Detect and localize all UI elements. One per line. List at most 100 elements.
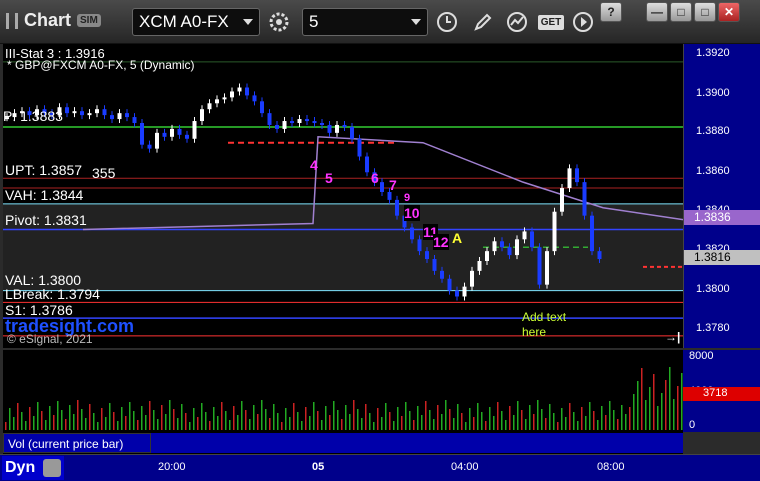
candle-body <box>380 182 384 192</box>
volume-bar <box>365 404 367 430</box>
volume-bar <box>477 403 479 430</box>
volume-bar <box>413 420 415 430</box>
level-label-upt: UPT: 1.3857 <box>5 162 83 178</box>
candle-body <box>170 128 174 137</box>
volume-bar <box>557 422 559 430</box>
volume-bar <box>593 411 595 430</box>
volume-bar <box>305 407 307 430</box>
volume-bar <box>613 410 615 430</box>
time-axis[interactable]: Dyn 20:00 05 04:00 08:00 <box>0 454 760 481</box>
volume-bar <box>217 416 219 430</box>
count-10: 10 <box>404 205 420 221</box>
volume-bar <box>117 421 119 430</box>
volume-bar <box>377 408 379 430</box>
volume-bar <box>257 414 259 430</box>
window-title: Chart SIM <box>6 10 101 31</box>
restore-button[interactable]: □ <box>670 2 692 22</box>
volume-bar <box>113 412 115 430</box>
candle-body <box>455 290 459 297</box>
volume-bar <box>345 405 347 430</box>
volume-bar <box>89 404 91 430</box>
volume-bar <box>61 410 63 430</box>
price-tick: 1.3800 <box>696 283 730 295</box>
play-icon[interactable] <box>570 10 596 34</box>
volume-bar <box>445 400 447 430</box>
volume-bar <box>561 408 563 430</box>
dynamic-scale-tab[interactable]: Dyn <box>2 456 64 480</box>
price-chart-canvas <box>3 61 683 337</box>
volume-bar <box>393 421 395 430</box>
candle-body <box>222 97 227 100</box>
volume-bar <box>573 412 575 430</box>
level-label-p: P: 1.3883 <box>3 108 63 124</box>
volume-bar <box>669 367 671 430</box>
volume-bar <box>533 414 535 430</box>
volume-label-fill <box>151 433 683 453</box>
volume-bar <box>329 415 331 430</box>
volume-bar <box>29 407 31 430</box>
scroll-to-end-icon[interactable]: →| <box>665 330 680 344</box>
volume-bar <box>653 374 655 430</box>
window-title-text: Chart <box>24 10 72 30</box>
candle-body <box>567 168 572 189</box>
price-axis[interactable]: 1.3920 1.3900 1.3880 1.3860 1.3840 1.382… <box>683 44 760 348</box>
price-tag-last: 1.3816 <box>684 250 760 265</box>
volume-bar <box>485 421 487 430</box>
volume-canvas <box>5 367 683 430</box>
get-label: GET <box>537 14 565 30</box>
volume-bar <box>261 400 263 430</box>
clock-icon[interactable] <box>434 10 460 34</box>
candle-body <box>132 117 137 123</box>
candle-body <box>575 168 579 183</box>
volume-bar <box>149 401 151 430</box>
maximize-button[interactable]: □ <box>694 2 716 22</box>
time-tick: 20:00 <box>158 461 186 473</box>
volume-bar <box>81 409 83 430</box>
candle-body <box>140 123 144 145</box>
symbol-combo[interactable]: XCM A0-FX <box>132 8 260 36</box>
candle-body <box>357 138 362 157</box>
help-glyph: ? <box>607 5 615 19</box>
value-area <box>3 203 683 291</box>
candle-body <box>65 107 69 114</box>
pencil-draw-icon[interactable] <box>470 10 496 34</box>
volume-bar <box>57 401 59 430</box>
study-chart-icon[interactable] <box>504 10 530 34</box>
volume-bar <box>93 413 95 430</box>
close-button[interactable]: ✕ <box>718 2 740 22</box>
candle-body <box>597 251 602 260</box>
candle-body <box>447 278 452 291</box>
candle-body <box>230 91 234 98</box>
volume-bar <box>349 414 351 430</box>
volume-bar <box>253 405 255 430</box>
link-icon[interactable] <box>43 459 61 477</box>
count-9: 9 <box>404 192 411 204</box>
candle-body <box>297 119 302 123</box>
help-button[interactable]: ? <box>600 2 622 22</box>
volume-bar <box>277 413 279 430</box>
volume-bar <box>137 420 139 430</box>
interval-combo[interactable]: 5 <box>302 8 428 36</box>
volume-bar <box>501 411 503 430</box>
volume-study-label[interactable]: Vol (current price bar) <box>3 433 151 453</box>
volume-bar <box>469 408 471 430</box>
volume-bar <box>37 402 39 430</box>
volume-bar <box>581 407 583 430</box>
symbol-value: XCM A0-FX <box>139 12 229 31</box>
volume-pane[interactable] <box>3 350 683 432</box>
candle-body <box>177 128 182 135</box>
volume-bar <box>145 415 147 430</box>
volume-bar <box>317 411 319 430</box>
get-data-button[interactable]: GET <box>536 10 566 34</box>
volume-axis[interactable]: 8000 4000 0 3718 <box>683 350 760 432</box>
settings-gear-icon[interactable] <box>266 10 292 34</box>
text-annotation[interactable]: Add text here <box>522 310 566 340</box>
candle-body <box>410 227 414 240</box>
minimize-button[interactable]: — <box>646 2 668 22</box>
volume-bar <box>209 421 211 430</box>
volume-bar <box>333 401 335 430</box>
candle-body <box>320 123 324 125</box>
volume-bar <box>513 415 515 430</box>
price-chart-pane[interactable]: III-Stat 3 : 1.3916 * GBP@FXCM A0-FX, 5 … <box>3 44 683 348</box>
volume-bar <box>585 416 587 430</box>
